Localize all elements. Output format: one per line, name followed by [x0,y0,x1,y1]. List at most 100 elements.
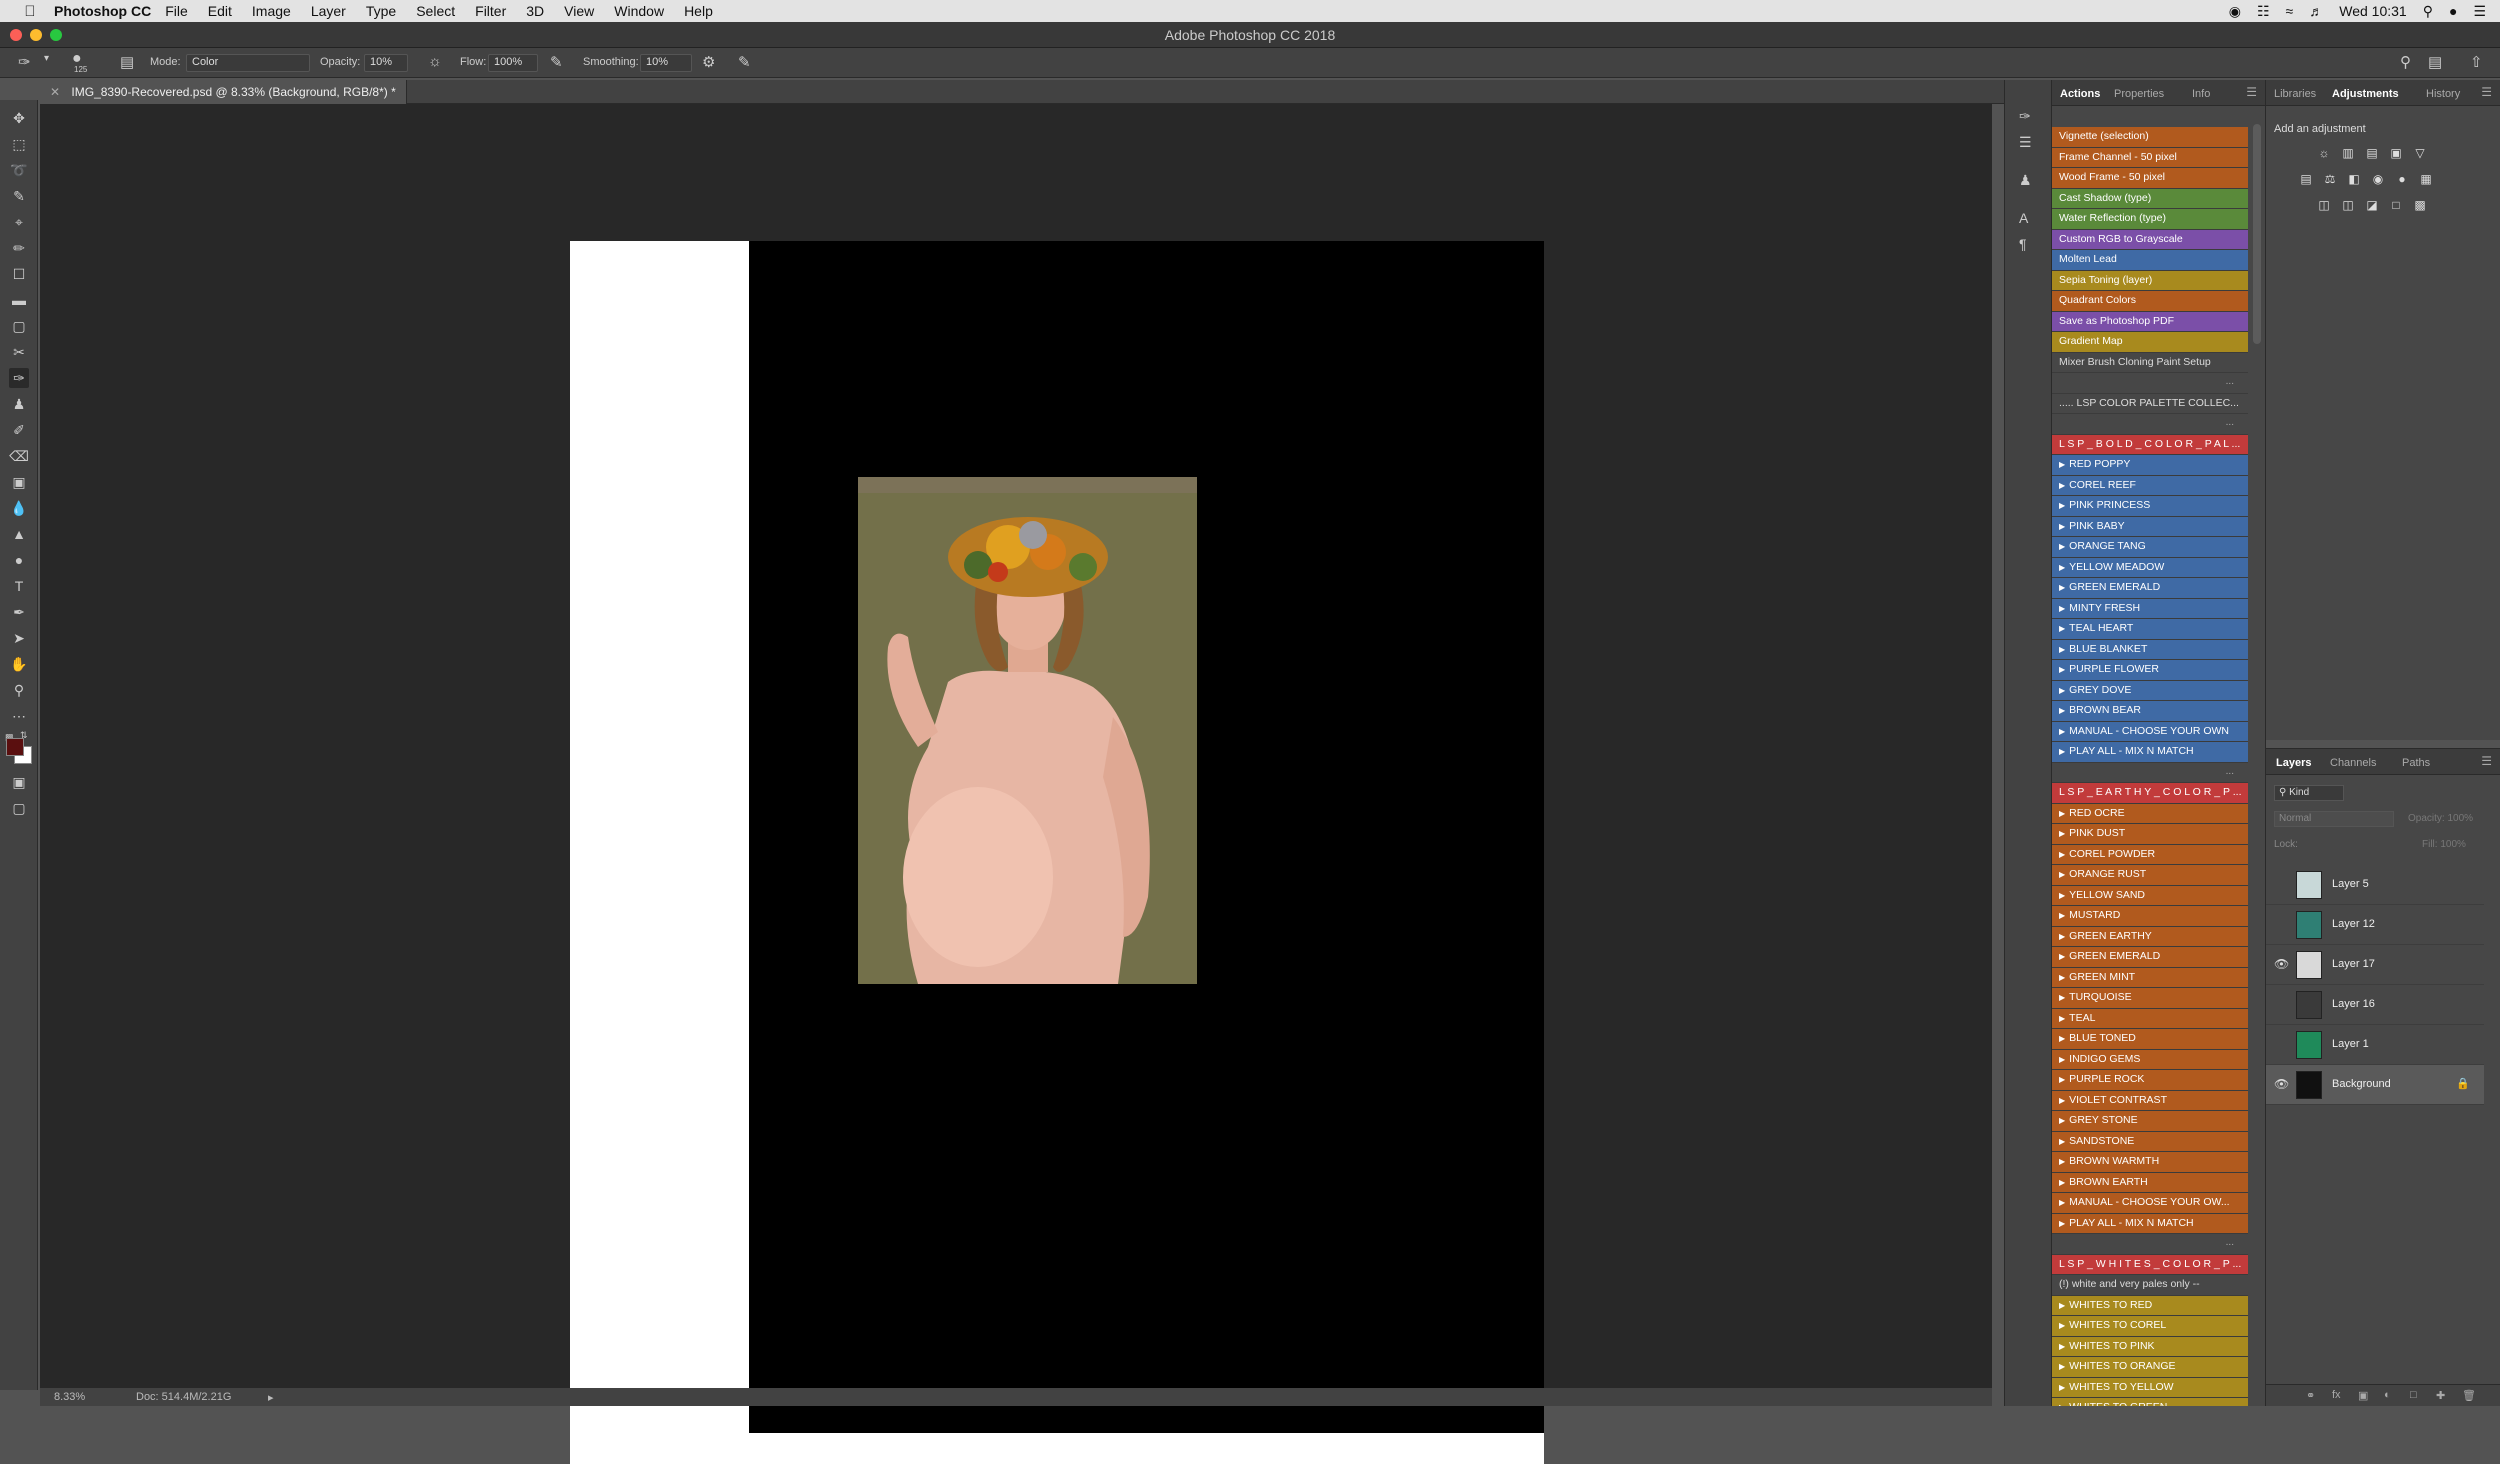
action-item[interactable]: Cast Shadow (type) [2052,188,2248,209]
canvas-area[interactable] [40,104,1992,1464]
action-item[interactable]: ..... LSP COLOR PALETTE COLLEC... [2052,393,2248,414]
volume-icon[interactable]: ♬ [2309,3,2323,19]
scissors-tool-icon[interactable]: ✂ [9,342,29,362]
expand-triangle-icon[interactable]: ▶ [2059,686,2065,695]
expand-triangle-icon[interactable]: ▶ [2059,1342,2065,1351]
action-item[interactable]: ▶ COREL REEF [2052,475,2248,496]
new-group-icon[interactable]: □ [2410,1389,2417,1401]
action-item[interactable]: ▶ TEAL HEART [2052,619,2248,640]
blend-mode-select[interactable]: Normal [2274,811,2394,827]
action-item[interactable]: ▶ TURQUOISE [2052,988,2248,1009]
action-item[interactable]: ▶ GREY STONE [2052,1111,2248,1132]
expand-triangle-icon[interactable]: ▶ [2059,870,2065,879]
layer-opacity[interactable]: Opacity: 100% [2408,813,2473,824]
action-item[interactable]: ▶ GREEN EARTHY [2052,926,2248,947]
expand-triangle-icon[interactable]: ▶ [2059,1075,2065,1084]
tab-adjustments[interactable]: Adjustments [2332,88,2399,100]
expand-triangle-icon[interactable]: ▶ [2059,481,2065,490]
action-item[interactable]: ▶ MANUAL - CHOOSE YOUR OWN [2052,721,2248,742]
wifi-icon[interactable]: ≈ [2286,3,2294,19]
menu-image[interactable]: Image [252,3,291,19]
action-item[interactable]: ▶ BROWN EARTH [2052,1172,2248,1193]
expand-triangle-icon[interactable]: ▶ [2059,645,2065,654]
apple-menu-icon[interactable]:  [20,3,40,20]
action-item[interactable]: L S P _ W H I T E S _ C O L O R _ P ... [2052,1254,2248,1275]
marquee-tool-icon[interactable]: ⬚ [9,134,29,154]
expand-triangle-icon[interactable]: ▶ [2059,624,2065,633]
action-item[interactable]: Molten Lead [2052,250,2248,271]
action-item[interactable]: ▶ ORANGE RUST [2052,865,2248,886]
layer-row[interactable]: Layer 16 [2266,985,2484,1025]
menu-file[interactable]: File [165,3,188,19]
expand-triangle-icon[interactable]: ▶ [2059,583,2065,592]
expand-triangle-icon[interactable]: ▶ [2059,1034,2065,1043]
action-item[interactable]: ▶ TEAL [2052,1008,2248,1029]
expand-triangle-icon[interactable]: ▶ [2059,911,2065,920]
expand-triangle-icon[interactable]: ▶ [2059,665,2065,674]
expand-triangle-icon[interactable]: ▶ [2059,604,2065,613]
brushes-panel-icon[interactable]: ☰ [2019,134,2032,151]
action-item[interactable]: ▶ WHITES TO ORANGE [2052,1357,2248,1378]
action-item[interactable]: Water Reflection (type) [2052,209,2248,230]
action-item[interactable]: ▶WHITES TO GREEN [2052,1398,2248,1406]
threshold-icon[interactable]: ◪ [2364,198,2380,212]
expand-triangle-icon[interactable]: ▶ [2059,1116,2065,1125]
layer-row[interactable]: Layer 1 [2266,1025,2484,1065]
mode-select[interactable]: Color [186,54,310,72]
lasso-tool-icon[interactable]: ➰ [9,160,29,180]
expand-triangle-icon[interactable]: ▶ [2059,809,2065,818]
eyedropper-tool-icon[interactable]: ✏ [9,238,29,258]
expand-triangle-icon[interactable]: ▶ [2059,1096,2065,1105]
expand-triangle-icon[interactable]: ▶ [2059,1362,2065,1371]
delete-layer-icon[interactable]: 🗑 [2462,1389,2476,1402]
foreground-color-swatch[interactable] [6,738,24,756]
action-item[interactable]: ▶ WHITES TO RED [2052,1295,2248,1316]
healing-brush-tool-icon[interactable]: ☐ [9,264,29,284]
action-item[interactable]: ▶ COREL POWDER [2052,844,2248,865]
action-item[interactable]: Save as Photoshop PDF [2052,311,2248,332]
action-item[interactable]: (!) white and very pales only -- [2052,1275,2248,1296]
expand-triangle-icon[interactable]: ▶ [2059,1219,2065,1228]
layer-row[interactable]: 👁 Background 🔒 [2266,1065,2484,1105]
tab-layers[interactable]: Layers [2276,757,2311,769]
action-item[interactable]: ▶ GREY DOVE [2052,680,2248,701]
type-tool-icon[interactable]: T [9,576,29,596]
curves-icon[interactable]: ▤ [2364,146,2380,160]
expand-triangle-icon[interactable]: ▶ [2059,522,2065,531]
layer-row[interactable]: Layer 12 [2266,905,2484,945]
expand-triangle-icon[interactable]: ▶ [2059,932,2065,941]
expand-triangle-icon[interactable]: ▶ [2059,1198,2065,1207]
action-item[interactable]: ▶ GREEN EMERALD [2052,947,2248,968]
paragraph-panel-icon[interactable]: ¶ [2019,236,2027,252]
clock[interactable]: Wed 10:31 [2339,3,2406,19]
expand-triangle-icon[interactable]: ▶ [2059,501,2065,510]
app-menu[interactable]: Photoshop CC [54,3,151,19]
opacity-field[interactable]: 10% [364,54,408,72]
tab-channels[interactable]: Channels [2330,757,2376,769]
path-selection-tool-icon[interactable]: ➤ [9,628,29,648]
expand-triangle-icon[interactable]: ▶ [2059,706,2065,715]
adjustment-layer-icon[interactable]: ◐ [2384,1389,2391,1401]
invert-icon[interactable]: ◫ [2316,198,2332,212]
menu-3d[interactable]: 3D [526,3,544,19]
tab-properties[interactable]: Properties [2114,88,2164,100]
visibility-eye-icon[interactable]: 👁 [2274,1077,2289,1091]
tab-actions[interactable]: Actions [2060,88,2100,100]
expand-triangle-icon[interactable]: ▶ [2059,1137,2065,1146]
exposure-icon[interactable]: ▣ [2388,146,2404,160]
tab-paths[interactable]: Paths [2402,757,2430,769]
action-item[interactable]: ▶ GREEN MINT [2052,967,2248,988]
action-item[interactable]: ▶ RED OCRE [2052,803,2248,824]
brush-tool-icon[interactable]: ✑ [9,368,29,388]
menu-filter[interactable]: Filter [475,3,506,19]
action-item[interactable]: ▶ VIOLET CONTRAST [2052,1090,2248,1111]
action-item[interactable]: ▶ PINK PRINCESS [2052,496,2248,517]
menu-edit[interactable]: Edit [208,3,232,19]
chevron-down-icon[interactable]: ▾ [44,53,49,64]
action-item[interactable]: ▶ RED POPPY [2052,455,2248,476]
tab-info[interactable]: Info [2192,88,2210,100]
action-item[interactable]: ▶ INDIGO GEMS [2052,1049,2248,1070]
action-item[interactable]: ... [2052,373,2248,394]
posterize-icon[interactable]: ◫ [2340,198,2356,212]
expand-triangle-icon[interactable]: ▶ [2059,727,2065,736]
